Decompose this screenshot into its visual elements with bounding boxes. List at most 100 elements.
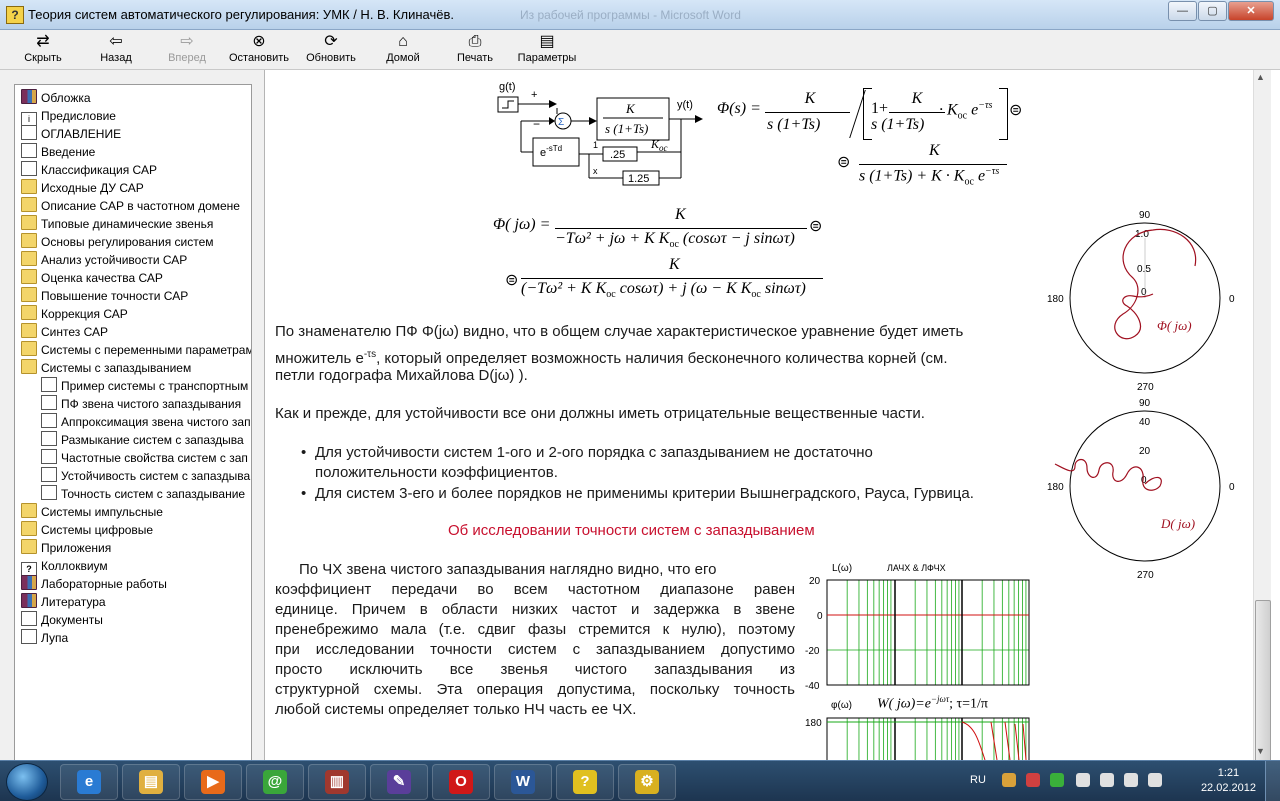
- taskbar-app-explorer[interactable]: ▤: [122, 764, 180, 800]
- taskbar-app-opera[interactable]: O: [432, 764, 490, 800]
- tree-item[interactable]: ОГЛАВЛЕНИЕ: [21, 125, 121, 143]
- tree-item[interactable]: Синтез САР: [21, 323, 108, 341]
- scroll-up-arrow[interactable]: ▲: [1256, 72, 1265, 82]
- options-button[interactable]: ▤ Параметры: [512, 32, 582, 68]
- bode-magnitude-plot: 20 0 -20 -40: [805, 576, 1030, 692]
- language-indicator[interactable]: RU: [970, 774, 986, 786]
- taskbar-app-word[interactable]: W: [494, 764, 552, 800]
- scroll-down-arrow[interactable]: ▼: [1256, 746, 1265, 756]
- tree-item-label: Исходные ДУ САР: [41, 181, 144, 195]
- tree-item[interactable]: Повышение точности САР: [21, 287, 188, 305]
- polar2-curve-label: D( jω): [1160, 516, 1195, 531]
- maximize-button[interactable]: ▢: [1198, 1, 1227, 21]
- polar2-label-90: 90: [1139, 398, 1151, 409]
- minus-sign: −: [533, 117, 540, 131]
- clock-time: 1:21: [1217, 767, 1240, 779]
- volume-icon[interactable]: [1148, 773, 1162, 787]
- forward-button[interactable]: ⇨ Вперед: [152, 32, 222, 68]
- contents-tree: Обложка i Предисловие ОГЛАВЛЕНИЕ Введение Кла…: [14, 84, 252, 762]
- refresh-button[interactable]: ⟳ Обновить: [296, 32, 366, 68]
- paragraph-2: Как и прежде, для устойчивости все они д…: [275, 405, 925, 422]
- tree-item[interactable]: Обложка: [21, 89, 91, 107]
- clock[interactable]: 1:21 22.02.2012: [1201, 766, 1256, 796]
- tree-item[interactable]: Приложения: [21, 539, 111, 557]
- f3-den: −Tω² + jω + K Koc (cosωτ − j sinωτ): [555, 230, 795, 251]
- tree-item[interactable]: Системы импульсные: [21, 503, 163, 521]
- back-button[interactable]: ⇦ Назад: [81, 32, 151, 68]
- tree-item[interactable]: Описание САР в частотном домене: [21, 197, 240, 215]
- tree-item[interactable]: Оценка качества САР: [21, 269, 163, 287]
- tray-network-icon[interactable]: [1050, 773, 1064, 787]
- tree-item[interactable]: Устойчивость систем с запаздыва: [41, 467, 250, 485]
- taskbar-app-ie[interactable]: e: [60, 764, 118, 800]
- hide-button[interactable]: ⇄ Скрыть: [8, 32, 78, 68]
- taskbar-app-tool[interactable]: ⚙: [618, 764, 676, 800]
- content-scrollbar[interactable]: ▲ ▼: [1253, 70, 1271, 762]
- tree-item[interactable]: Системы с запаздыванием: [21, 359, 191, 377]
- f3-num: K: [675, 206, 686, 223]
- tree-item-label: Типовые динамические звенья: [41, 217, 214, 231]
- tree-item[interactable]: Введение: [21, 143, 95, 161]
- tree-item[interactable]: Лупа: [21, 629, 68, 647]
- tray-app-icon[interactable]: [1002, 773, 1016, 787]
- tree-item-label: Синтез САР: [41, 325, 109, 339]
- tree-item[interactable]: Системы с переменными параметрами: [21, 341, 251, 359]
- taskbar-app-media[interactable]: ▶: [184, 764, 242, 800]
- tree-item-label: Оценка качества САР: [41, 271, 163, 285]
- tree-item[interactable]: Аппроксимация звена чистого зап: [41, 413, 251, 431]
- flag-icon[interactable]: [1076, 773, 1090, 787]
- tree-item[interactable]: Исходные ДУ САР: [21, 179, 144, 197]
- paragraph-3-line-2: коэффициент передачи во всем частотном д…: [275, 581, 795, 598]
- polar1-label-0: 0: [1229, 294, 1235, 305]
- taskbar-app-mail[interactable]: @: [246, 764, 304, 800]
- tree-item[interactable]: Типовые динамические звенья: [21, 215, 213, 233]
- power-icon[interactable]: [1100, 773, 1114, 787]
- page-icon: [41, 377, 57, 392]
- tree-item-label: Лабораторные работы: [41, 577, 167, 591]
- monitor-icon[interactable]: [1124, 773, 1138, 787]
- phi-jw-lhs: Φ( jω) =: [493, 216, 551, 233]
- show-desktop-button[interactable]: [1265, 761, 1280, 801]
- paragraph-1-line-3: петли годографа Михайлова D(jω) ).: [275, 367, 528, 384]
- tree-item[interactable]: Документы: [21, 611, 103, 629]
- tray-tool-icon[interactable]: [1026, 773, 1040, 787]
- taskbar-app-help[interactable]: ?: [556, 764, 614, 800]
- tree-item[interactable]: Коррекция САР: [21, 305, 128, 323]
- topic-content: g(t) + Σ − K s (1+Ts) y(t) .25 1.25 Koc …: [265, 70, 1267, 760]
- tree-item[interactable]: Размыкание систем с запаздыва: [41, 431, 244, 449]
- tree-item[interactable]: Основы регулирования систем: [21, 233, 214, 251]
- minimize-button[interactable]: —: [1168, 1, 1197, 21]
- print-button[interactable]: ⎙ Печать: [440, 32, 510, 68]
- tree-item[interactable]: i Предисловие: [21, 107, 116, 127]
- page-icon: [21, 125, 37, 140]
- scrollbar-thumb[interactable]: [1255, 600, 1271, 762]
- tree-item[interactable]: ПФ звена чистого запаздывания: [41, 395, 241, 413]
- tree-item[interactable]: Частотные свойства систем с зап: [41, 449, 248, 467]
- tree-item[interactable]: Точность систем с запаздывание: [41, 485, 245, 503]
- taskbar-app-editor[interactable]: ✎: [370, 764, 428, 800]
- stop-button[interactable]: ⊗ Остановить: [224, 32, 294, 68]
- phi-s-num: K: [804, 90, 816, 107]
- close-button[interactable]: ✕: [1228, 1, 1274, 21]
- refresh-icon: ⟳: [324, 33, 338, 50]
- polar-plot-mikhailov: 90 270 180 0 40 20 0 D( jω): [1047, 398, 1235, 581]
- gain-value-2: 1.25: [628, 173, 649, 185]
- tree-item[interactable]: Классификация САР: [21, 161, 157, 179]
- tool-icon: ⚙: [635, 770, 659, 794]
- background-window-title: Из рабочей программы - Microsoft Word: [520, 8, 741, 22]
- f4-num: K: [669, 256, 680, 273]
- folder-icon: [21, 323, 37, 338]
- mail-icon: @: [263, 770, 287, 794]
- tree-item[interactable]: ? Коллоквиум: [21, 557, 108, 577]
- tree-item[interactable]: Анализ устойчивости САР: [21, 251, 187, 269]
- fraction-bar-3: [859, 164, 1007, 165]
- home-button[interactable]: ⌂ Домой: [368, 32, 438, 68]
- tree-item[interactable]: Лабораторные работы: [21, 575, 167, 593]
- taskbar-app-winrar[interactable]: ▥: [308, 764, 366, 800]
- tree-item[interactable]: Литература: [21, 593, 106, 611]
- tree-item[interactable]: Системы цифровые: [21, 521, 153, 539]
- page-icon: [21, 611, 37, 626]
- equiv-sign-4: ⊜: [505, 272, 519, 289]
- tree-item[interactable]: Пример системы с транспортным: [41, 377, 248, 395]
- start-button[interactable]: [6, 763, 48, 801]
